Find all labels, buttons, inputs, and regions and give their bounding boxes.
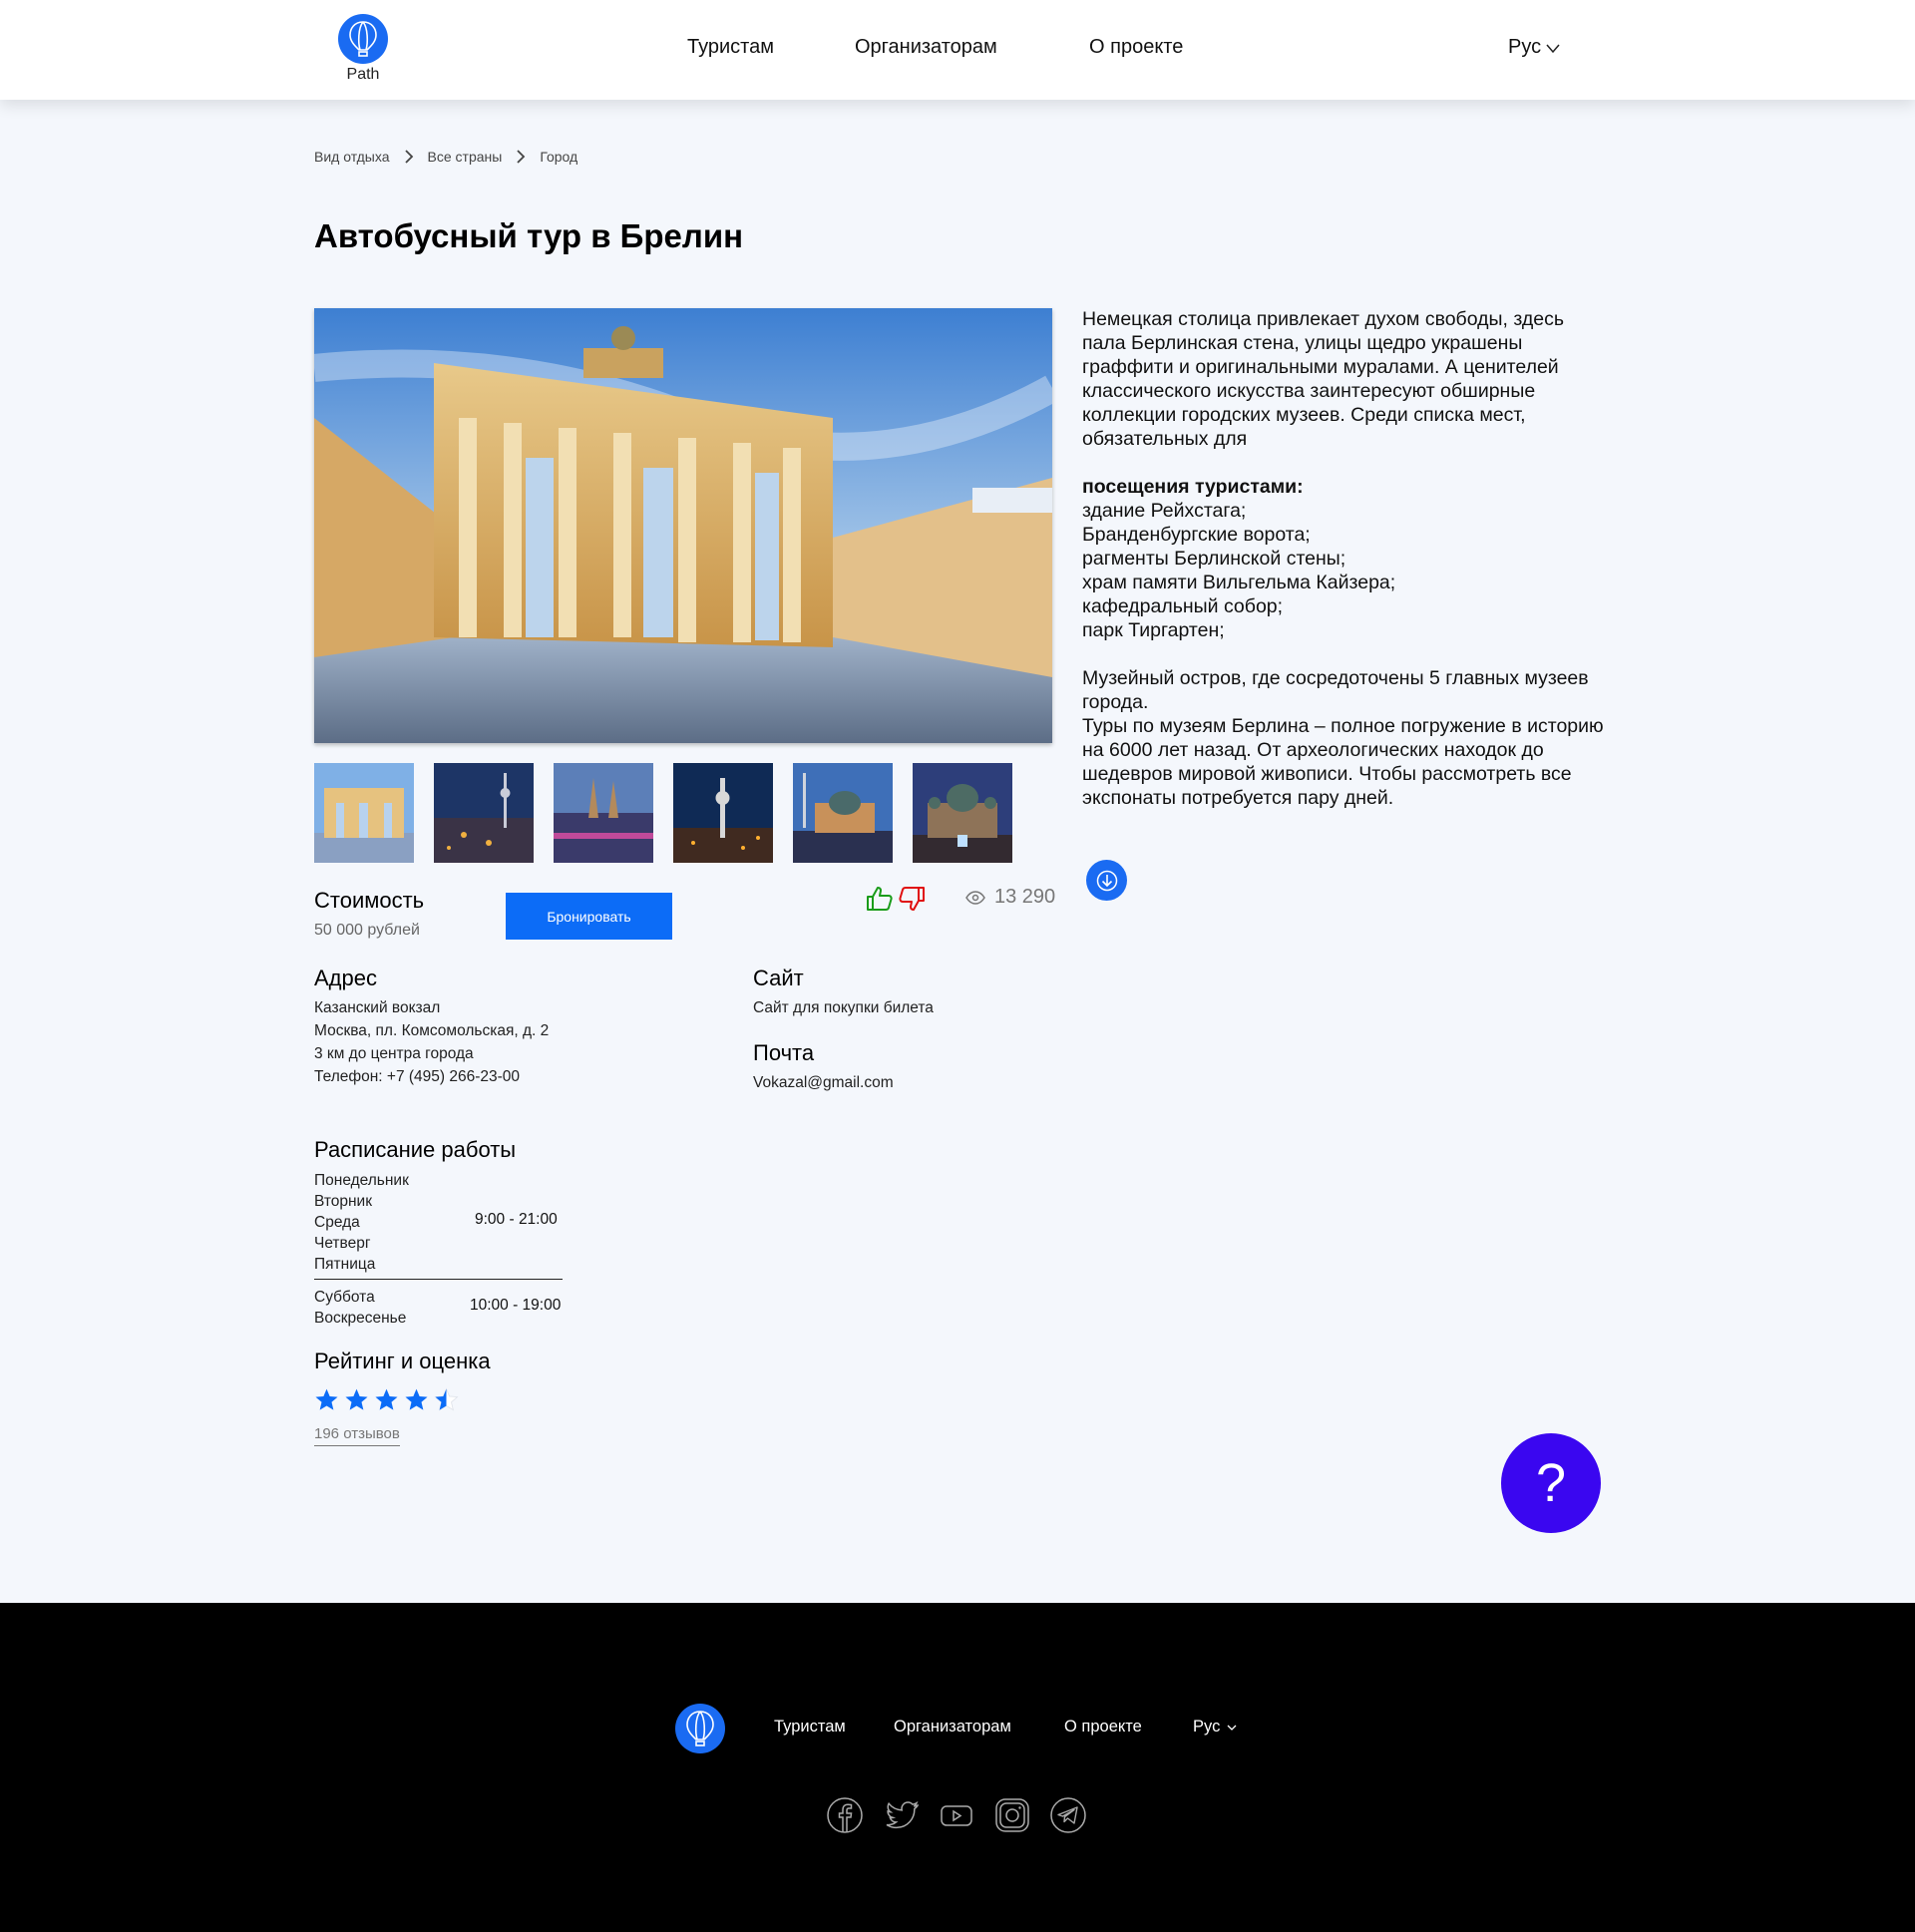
nav-about[interactable]: О проекте (1089, 36, 1183, 59)
schedule-title: Расписание работы (314, 1137, 517, 1162)
expand-description-button[interactable] (1086, 860, 1127, 901)
weekday-list: Понедельник Вторник Среда Четверг Пятниц… (314, 1170, 409, 1275)
footer-nav-organizers[interactable]: Организаторам (894, 1718, 1011, 1737)
description-list-item: Бранденбургские ворота; (1082, 524, 1311, 546)
weekday: Вторник (314, 1193, 372, 1210)
footer-nav-tourists[interactable]: Туристам (774, 1718, 846, 1737)
description-subheading: посещения туристами: (1082, 476, 1304, 498)
address-line: Казанский вокзал (314, 999, 441, 1016)
address-line: Москва, пл. Комсомольская, д. 2 (314, 1022, 550, 1039)
main-photo[interactable] (314, 308, 1052, 743)
thumbnail[interactable] (913, 763, 1012, 863)
instagram-icon[interactable] (993, 1796, 1031, 1834)
breadcrumb: Вид отдыха Все страны Город (314, 149, 577, 165)
dislike-button[interactable] (898, 886, 926, 917)
star-rating[interactable] (314, 1387, 459, 1412)
eye-icon (965, 890, 985, 911)
weekday: Пятница (314, 1256, 376, 1273)
weekday: Четверг (314, 1235, 371, 1252)
youtube-icon[interactable] (938, 1796, 975, 1834)
logo-text: Path (346, 66, 380, 83)
weekend-day: Воскресенье (314, 1310, 407, 1327)
chevron-down-icon (1227, 1725, 1237, 1731)
balloon-icon (686, 1711, 714, 1746)
page-title: Автобусный тур в Брелин (314, 217, 744, 254)
nav-organizers[interactable]: Организаторам (855, 36, 997, 59)
site-footer: Туристам Организаторам О проекте Рус (0, 1603, 1915, 1932)
site-title: Сайт (753, 966, 804, 990)
thumbnail[interactable] (434, 763, 534, 863)
address-block: Казанский вокзал Москва, пл. Комсомольск… (314, 996, 549, 1088)
price-value: 50 000 рублей (314, 922, 420, 939)
breadcrumb-item[interactable]: Все страны (428, 149, 503, 165)
address-line: 3 км до центра города (314, 1045, 474, 1062)
description-list-item: рагменты Берлинской стены; (1082, 548, 1346, 570)
twitter-icon[interactable] (883, 1796, 921, 1834)
description-paragraph: Музейный остров, где сосредоточены 5 гла… (1082, 667, 1589, 713)
footer-logo[interactable] (675, 1704, 725, 1753)
star-icon (315, 1388, 338, 1410)
facebook-icon[interactable] (826, 1796, 864, 1834)
weekend-hours: 10:00 - 19:00 (470, 1297, 562, 1314)
language-select[interactable]: Рус (1508, 36, 1561, 59)
mail-title: Почта (753, 1040, 815, 1065)
logo[interactable]: Path (335, 14, 391, 84)
footer-nav-about[interactable]: О проекте (1064, 1718, 1142, 1737)
weekday: Среда (314, 1214, 360, 1231)
help-button[interactable]: ? (1501, 1433, 1601, 1533)
thumbnail[interactable] (554, 763, 653, 863)
star-icon (375, 1388, 398, 1410)
chevron-down-icon (1546, 44, 1560, 53)
star-half-icon (434, 1387, 459, 1411)
breadcrumb-item[interactable]: Город (540, 149, 577, 165)
footer-language-select[interactable]: Рус (1193, 1718, 1238, 1737)
phone-line[interactable]: Телефон: +7 (495) 266-23-00 (314, 1065, 549, 1088)
address-title: Адрес (314, 966, 377, 990)
like-button[interactable] (866, 886, 894, 917)
star-icon (345, 1388, 368, 1410)
site-link[interactable]: Сайт для покупки билета (753, 996, 934, 1019)
thumbs-down-icon (899, 887, 925, 911)
description-paragraph: Туры по музеям Берлина – полное погружен… (1082, 715, 1604, 809)
tour-description: Немецкая столица привлекает духом свобод… (1082, 307, 1611, 810)
site-header: Path Туристам Организаторам О проекте Ру… (0, 0, 1915, 100)
thumbnail[interactable] (793, 763, 893, 863)
book-button[interactable]: Бронировать (506, 893, 672, 940)
nav-tourists[interactable]: Туристам (687, 36, 774, 59)
star-icon (405, 1388, 428, 1410)
balloon-icon (338, 14, 388, 64)
chevron-right-icon (516, 150, 526, 164)
weekday-hours: 9:00 - 21:00 (475, 1211, 558, 1228)
rating-title: Рейтинг и оценка (314, 1349, 491, 1373)
description-list-item: храм памяти Вильгельма Кайзера; (1082, 572, 1396, 593)
description-list-item: здание Рейхстага; (1082, 500, 1247, 522)
chevron-right-icon (404, 150, 414, 164)
weekend-list: Суббота Воскресенье (314, 1287, 406, 1329)
mail-link[interactable]: Vokazal@gmail.com (753, 1071, 894, 1094)
thumbnail-strip (314, 763, 1012, 863)
language-label: Рус (1508, 36, 1542, 58)
telegram-icon[interactable] (1049, 1796, 1087, 1834)
thumbs-up-icon (867, 887, 893, 911)
description-list-item: кафедральный собор; (1082, 595, 1284, 617)
description-list-item: парк Тиргартен; (1082, 619, 1225, 641)
breadcrumb-item[interactable]: Вид отдыха (314, 149, 390, 165)
thumbnail[interactable] (673, 763, 773, 863)
reviews-link[interactable]: 196 отзывов (314, 1425, 400, 1446)
footer-language-label: Рус (1193, 1718, 1221, 1736)
price-label: Стоимость (314, 888, 425, 913)
arrow-down-icon (1096, 870, 1117, 891)
weekend-day: Суббота (314, 1289, 375, 1306)
description-paragraph: Немецкая столица привлекает духом свобод… (1082, 308, 1565, 450)
views-count: 13 290 (994, 886, 1056, 908)
weekday: Понедельник (314, 1172, 409, 1189)
schedule-divider (314, 1279, 563, 1280)
thumbnail[interactable] (314, 763, 414, 863)
